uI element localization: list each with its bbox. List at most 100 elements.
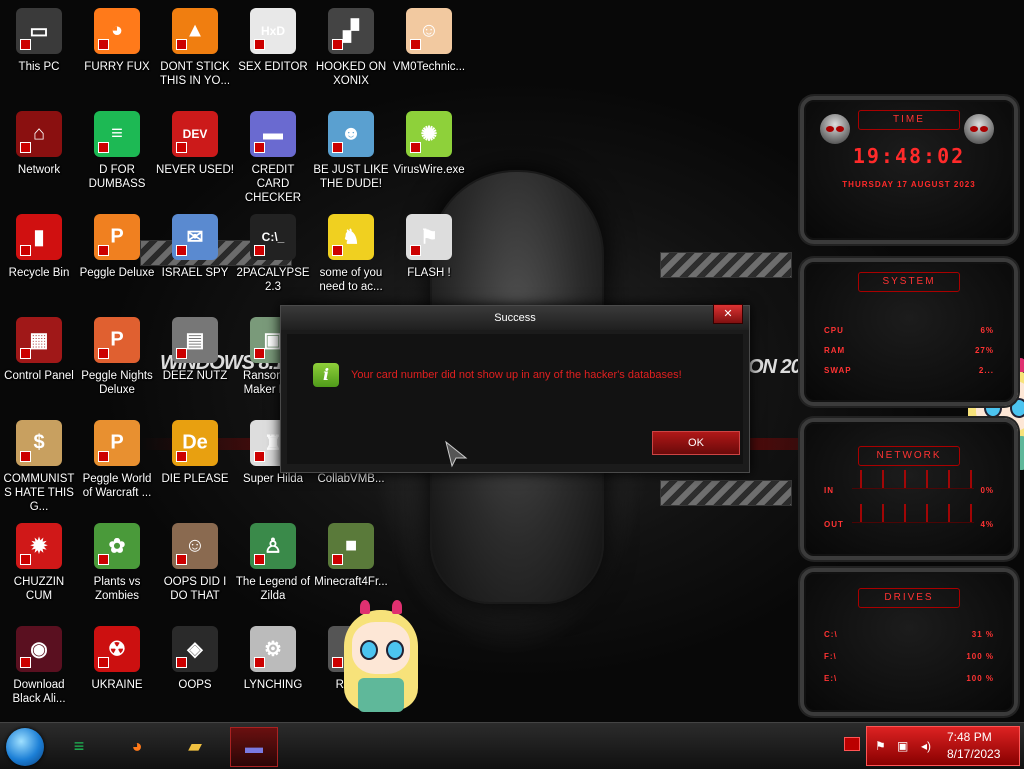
desktop-icon-image: ▮ bbox=[16, 214, 62, 260]
shortcut-arrow-icon bbox=[98, 39, 109, 50]
shortcut-arrow-icon bbox=[176, 39, 187, 50]
desktop-icon-image: ◕ bbox=[94, 8, 140, 54]
shortcut-arrow-icon bbox=[98, 245, 109, 256]
dialog-titlebar[interactable]: Success ✕ bbox=[281, 304, 749, 330]
desktop-icon[interactable]: ▬ CREDIT CARD CHECKER bbox=[234, 107, 312, 205]
tray-clock-date[interactable]: 8/17/2023 bbox=[947, 747, 1000, 761]
desktop-icon[interactable]: ⚑ FLASH ! bbox=[390, 210, 468, 308]
desktop-icon-image: ✉ bbox=[172, 214, 218, 260]
desktop-icon-label: CHUZZIN CUM bbox=[13, 576, 65, 602]
desktop-icon[interactable]: $ COMMUNISTS HATE THIS G... bbox=[0, 416, 78, 514]
desktop-icon[interactable]: C:\_ 2PACALYPSE 2.3 bbox=[234, 210, 312, 308]
desktop-icon[interactable]: ✉ ISRAEL SPY bbox=[156, 210, 234, 308]
desktop-icon[interactable]: P Peggle Deluxe bbox=[78, 210, 156, 308]
alien-head-icon bbox=[964, 114, 994, 144]
taskbar-spotify-icon[interactable]: ≡ bbox=[56, 727, 102, 765]
shortcut-arrow-icon bbox=[176, 657, 187, 668]
shortcut-arrow-icon bbox=[98, 451, 109, 462]
desktop-icon[interactable]: ☺ OOPS DID I DO THAT bbox=[156, 519, 234, 617]
desktop-icon-label: VM0Technic... bbox=[392, 61, 466, 73]
desktop-icon[interactable]: ▤ DEEZ NUTZ bbox=[156, 313, 234, 411]
shortcut-arrow-icon bbox=[20, 142, 31, 153]
shortcut-arrow-icon bbox=[20, 39, 31, 50]
ok-button[interactable]: OK bbox=[652, 431, 740, 455]
desktop-icon[interactable]: ◈ OOPS bbox=[156, 622, 234, 720]
shortcut-arrow-icon bbox=[98, 657, 109, 668]
desktop-icon[interactable]: ♞ some of you need to ac... bbox=[312, 210, 390, 308]
shortcut-arrow-icon bbox=[98, 142, 109, 153]
desktop-icon[interactable]: P Peggle Nights Deluxe bbox=[78, 313, 156, 411]
desktop-icon[interactable]: ✹ CHUZZIN CUM bbox=[0, 519, 78, 617]
taskbar: ≡ ◕ ▰ ▬ ⚑ ▣ ◂) 7:48 PM 8/17/2023 bbox=[0, 722, 1024, 769]
network-row: IN 0% bbox=[824, 486, 994, 495]
desktop-icon[interactable]: ⌂ Network bbox=[0, 107, 78, 205]
desktop-icon[interactable]: ⚙ LYNCHING bbox=[234, 622, 312, 720]
volume-icon[interactable]: ◂) bbox=[921, 739, 931, 753]
taskbar-firefox-icon[interactable]: ◕ bbox=[114, 727, 160, 765]
desktop-icon-image: P bbox=[94, 420, 140, 466]
desktop-icon[interactable]: ▲ DONT STICK THIS IN YO... bbox=[156, 4, 234, 102]
dialog-close-button[interactable]: ✕ bbox=[713, 304, 743, 324]
desktop-icon[interactable]: ♙ The Legend of Zilda bbox=[234, 519, 312, 617]
shortcut-arrow-icon bbox=[254, 554, 265, 565]
clock-time: 19:48:02 bbox=[852, 144, 966, 168]
desktop-icon[interactable]: De DIE PLEASE bbox=[156, 416, 234, 514]
wallpaper-bar bbox=[660, 480, 792, 506]
desktop-icon-label: some of you need to ac... bbox=[319, 267, 383, 293]
shortcut-arrow-icon bbox=[98, 554, 109, 565]
clock-date: THURSDAY 17 AUGUST 2023 bbox=[842, 180, 976, 189]
desktop-icon-image: ☢ bbox=[94, 626, 140, 672]
desktop-icon[interactable]: ▦ Control Panel bbox=[0, 313, 78, 411]
taskbar-credit-card-checker-icon[interactable]: ▬ bbox=[230, 727, 278, 767]
desktop-icon[interactable]: DEV NEVER USED! bbox=[156, 107, 234, 205]
desktop-icon-label: CollabVMB... bbox=[317, 473, 385, 485]
desktop-icon-image: DEV bbox=[172, 111, 218, 157]
drive-row: E:\ 100 % bbox=[824, 674, 994, 683]
desktop-icon[interactable]: ≡ D FOR DUMBASS bbox=[78, 107, 156, 205]
mouse-cursor-icon bbox=[445, 440, 468, 468]
wallpaper-text-right: ON 20 bbox=[748, 356, 802, 378]
shortcut-arrow-icon bbox=[176, 245, 187, 256]
desktop-icon-label: FURRY FUX bbox=[84, 61, 150, 73]
desktop-icon[interactable]: P Peggle World of Warcraft ... bbox=[78, 416, 156, 514]
desktop-icon-label: D FOR DUMBASS bbox=[88, 164, 146, 190]
desktop-icon-label: UKRAINE bbox=[91, 679, 143, 691]
network-widget: NETWORK IN 0% OUT 4% bbox=[800, 418, 1018, 560]
desktop-icon[interactable]: ✿ Plants vs Zombies bbox=[78, 519, 156, 617]
desktop-icon-image: ▬ bbox=[250, 111, 296, 157]
tray-clock-time[interactable]: 7:48 PM bbox=[947, 730, 992, 744]
desktop-icon-image: ▤ bbox=[172, 317, 218, 363]
desktop-icon[interactable]: ▞ HOOKED ON XONIX bbox=[312, 4, 390, 102]
desktop-icon[interactable]: ◕ FURRY FUX bbox=[78, 4, 156, 102]
shortcut-arrow-icon bbox=[20, 245, 31, 256]
desktop-icon-label: DONT STICK THIS IN YO... bbox=[159, 61, 231, 87]
desktop-icon-image: ✹ bbox=[16, 523, 62, 569]
desktop-icon[interactable]: HxD SEX EDITOR bbox=[234, 4, 312, 102]
desktop-icon[interactable]: ☢ UKRAINE bbox=[78, 622, 156, 720]
shortcut-arrow-icon bbox=[410, 39, 421, 50]
network-icon[interactable]: ▣ bbox=[897, 739, 908, 753]
desktop-icon[interactable]: ▭ This PC bbox=[0, 4, 78, 102]
system-row: SWAP 2... bbox=[824, 366, 994, 375]
shortcut-arrow-icon bbox=[20, 554, 31, 565]
flag-icon[interactable]: ⚑ bbox=[875, 739, 886, 753]
drive-row: F:\ 100 % bbox=[824, 652, 994, 661]
taskbar-file-explorer-icon[interactable]: ▰ bbox=[172, 727, 218, 765]
shortcut-arrow-icon bbox=[332, 245, 343, 256]
desktop-icon[interactable]: ✺ VirusWire.exe bbox=[390, 107, 468, 205]
desktop-icon-image: P bbox=[94, 214, 140, 260]
network-header: NETWORK bbox=[858, 446, 960, 466]
desktop-icon[interactable]: ◉ Download Black Ali... bbox=[0, 622, 78, 720]
desktop-icon[interactable]: ☻ BE JUST LIKE THE DUDE! bbox=[312, 107, 390, 205]
desktop-icon-label: LYNCHING bbox=[243, 679, 303, 691]
notification-flag-icon[interactable] bbox=[844, 737, 860, 751]
desktop-icon-image: ◉ bbox=[16, 626, 62, 672]
start-button[interactable] bbox=[6, 728, 44, 766]
desktop-icon-label: CREDIT CARD CHECKER bbox=[244, 164, 302, 204]
shortcut-arrow-icon bbox=[176, 348, 187, 359]
desktop-icon-label: 2PACALYPSE 2.3 bbox=[236, 267, 310, 293]
desktop-icon[interactable]: ☺ VM0Technic... bbox=[390, 4, 468, 102]
desktop-icon-image: C:\_ bbox=[250, 214, 296, 260]
desktop-icon[interactable]: ▮ Recycle Bin bbox=[0, 210, 78, 308]
success-dialog: Success ✕ i Your card number did not sho… bbox=[280, 304, 750, 473]
